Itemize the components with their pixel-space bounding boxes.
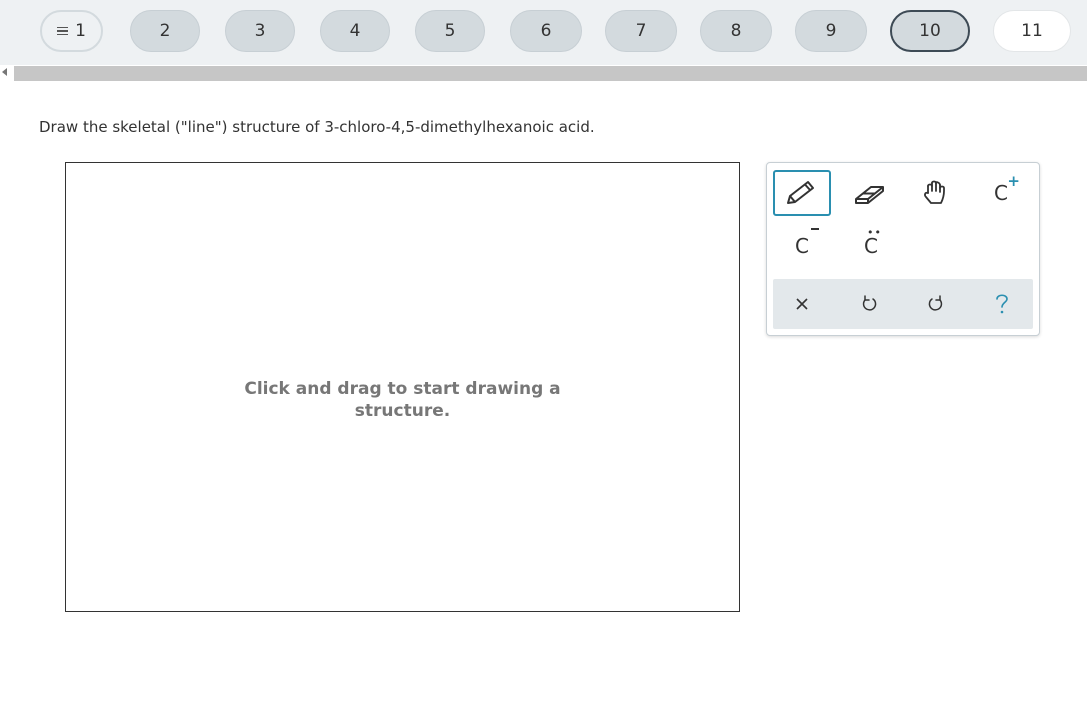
question-4-button[interactable]: 4 <box>320 10 390 52</box>
question-number: 2 <box>159 21 171 41</box>
question-number: 8 <box>730 21 742 41</box>
question-1-button[interactable]: 1 <box>40 10 103 52</box>
question-number: 4 <box>349 21 361 41</box>
close-icon <box>796 298 808 310</box>
question-number: 11 <box>1021 21 1043 41</box>
scroll-left-icon[interactable] <box>2 68 7 76</box>
lone-pair-tool-button[interactable]: •• C <box>842 223 900 269</box>
question-9-button[interactable]: 9 <box>795 10 867 52</box>
question-5-button[interactable]: 5 <box>415 10 485 52</box>
question-11-button[interactable]: 11 <box>993 10 1071 52</box>
undo-icon <box>862 295 877 311</box>
anion-tool-button[interactable]: C <box>773 223 831 269</box>
redo-button[interactable] <box>907 281 965 327</box>
question-10-button[interactable]: 10 <box>890 10 970 52</box>
redo-icon <box>928 295 943 311</box>
question-number: 9 <box>825 21 837 41</box>
cation-tool-button[interactable]: C + <box>972 170 1030 216</box>
question-3-button[interactable]: 3 <box>225 10 295 52</box>
menu-icon <box>57 25 69 38</box>
question-6-button[interactable]: 6 <box>510 10 582 52</box>
drawing-toolbar: C + C •• C <box>766 162 1040 336</box>
question-number: 1 <box>75 21 86 41</box>
pencil-tool-button[interactable] <box>773 170 831 216</box>
move-tool-button[interactable] <box>907 170 965 216</box>
eraser-tool-button[interactable] <box>842 170 900 216</box>
question-8-button[interactable]: 8 <box>700 10 772 52</box>
question-prompt: Draw the skeletal ("line") structure of … <box>39 118 595 136</box>
lone-pair-icon: •• C <box>864 226 882 258</box>
undo-button[interactable] <box>840 281 898 327</box>
canvas-hint: Click and drag to start drawing a struct… <box>244 378 561 421</box>
help-button[interactable] <box>973 281 1031 327</box>
clear-button[interactable] <box>773 281 831 327</box>
question-7-button[interactable]: 7 <box>605 10 677 52</box>
question-number: 3 <box>254 21 266 41</box>
eraser-icon <box>855 186 884 204</box>
pencil-icon <box>787 181 814 204</box>
question-number: 5 <box>444 21 456 41</box>
horizontal-scrollbar[interactable] <box>14 66 1087 81</box>
drawing-canvas[interactable]: Click and drag to start drawing a struct… <box>65 162 740 612</box>
actions-row <box>773 279 1033 329</box>
question-number: 7 <box>635 21 647 41</box>
carbanion-icon: C <box>795 228 819 258</box>
question-number: 6 <box>540 21 552 41</box>
help-icon <box>996 294 1008 314</box>
hand-icon <box>924 180 945 204</box>
carbocation-icon: C + <box>994 172 1020 205</box>
question-nav-bar: 1 2 3 4 5 6 7 8 9 10 11 <box>0 0 1087 65</box>
question-number: 10 <box>919 21 941 41</box>
question-2-button[interactable]: 2 <box>130 10 200 52</box>
